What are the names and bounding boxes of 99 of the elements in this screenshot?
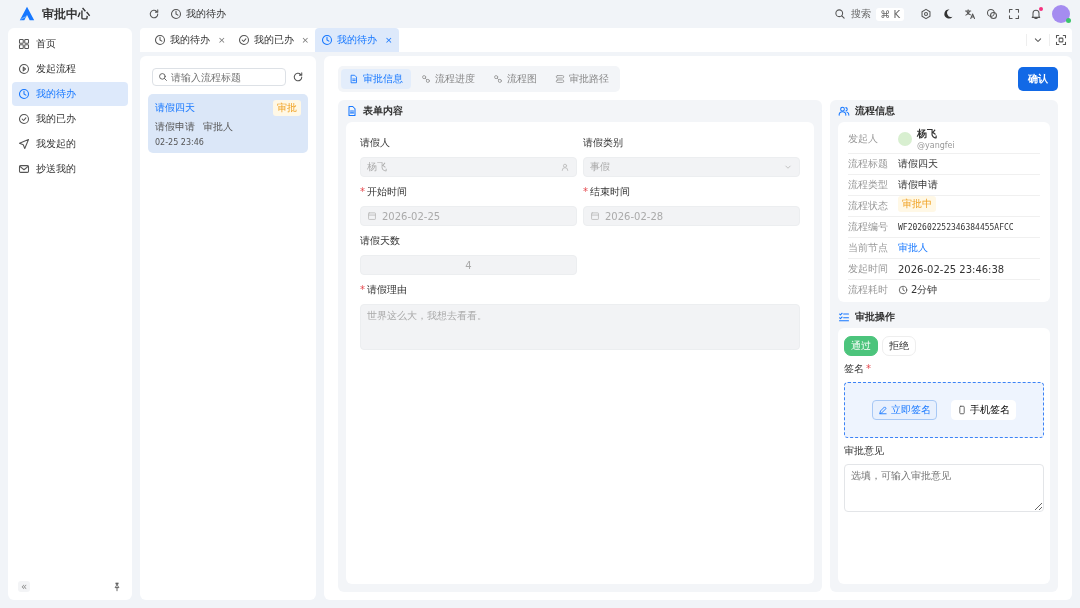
user-avatar <box>898 131 912 146</box>
sign-button[interactable]: 手机签名 <box>951 400 1016 420</box>
app-title: 审批中心 <box>42 5 90 23</box>
signature-area[interactable]: 立即签名 手机签名 <box>844 382 1044 438</box>
field-label: 请假人 <box>360 136 391 150</box>
collapse-button[interactable]: « <box>18 581 31 592</box>
field-label: 审批意见 <box>844 444 885 458</box>
chevron-down-icon <box>783 162 793 172</box>
users-icon <box>838 105 850 117</box>
task-step: 审批人 <box>203 120 233 134</box>
logo-icon <box>18 5 36 23</box>
check-circle-icon <box>18 113 30 125</box>
settings-icon[interactable] <box>920 8 932 20</box>
field-label: * 结束时间 <box>583 185 631 199</box>
field-label: * 请假理由 <box>360 283 408 297</box>
document-icon <box>349 74 359 84</box>
pen-icon <box>878 405 888 415</box>
fullscreen-icon[interactable] <box>1008 8 1020 20</box>
task-card[interactable]: 请假四天 审批 请假申请 审批人 02-25 23:46 <box>148 94 308 153</box>
sidebar-item[interactable]: 我的已办 <box>12 107 128 131</box>
detail-tab[interactable]: 审批路径 <box>547 69 617 89</box>
section-title: 流程信息 <box>855 104 895 118</box>
close-icon[interactable]: × <box>218 35 226 45</box>
page-tab[interactable]: 我的待办 × <box>148 28 232 52</box>
calendar-icon <box>367 211 377 221</box>
decision-button[interactable]: 通过 <box>844 336 878 356</box>
info-label: 流程标题 <box>848 157 889 171</box>
info-value: 2分钟 <box>911 283 938 297</box>
bell-icon[interactable] <box>1030 8 1042 20</box>
nodes-icon <box>493 74 503 84</box>
search-button[interactable]: 搜索 ⌘ K <box>834 7 904 21</box>
sidebar-item[interactable]: 我发起的 <box>12 132 128 156</box>
info-label: 发起时间 <box>848 262 889 276</box>
sidebar-item[interactable]: 首页 <box>12 32 128 56</box>
clock-icon <box>18 88 30 100</box>
clock-icon <box>321 34 334 46</box>
info-value: WF202602252346384455AFCC <box>898 222 1014 232</box>
close-icon[interactable]: × <box>385 35 393 45</box>
task-type: 请假申请 <box>155 120 195 134</box>
detail-tab[interactable]: 流程图 <box>485 69 545 89</box>
route-icon <box>555 74 565 84</box>
opinion-field[interactable]: 选填，可输入审批意见 <box>844 464 1044 512</box>
section-title: 审批操作 <box>855 310 895 324</box>
info-label: 流程类型 <box>848 178 889 192</box>
calendar-icon <box>590 211 600 221</box>
field-label: * 开始时间 <box>360 185 408 199</box>
status-tag: 审批中 <box>898 196 936 212</box>
nodes-icon <box>421 74 431 84</box>
document-icon <box>346 105 358 117</box>
refresh-icon[interactable] <box>148 8 160 20</box>
search-icon <box>834 8 847 20</box>
info-value: 请假申请 <box>898 178 938 192</box>
section-title: 表单内容 <box>363 104 403 118</box>
pin-icon[interactable] <box>112 581 122 592</box>
breadcrumb: 我的待办 <box>186 7 226 21</box>
info-label: 流程耗时 <box>848 283 889 297</box>
clock-icon <box>898 285 908 295</box>
field-label: 签名 * <box>844 362 872 376</box>
decision-button[interactable]: 拒绝 <box>882 336 916 356</box>
detail-tab[interactable]: 流程进度 <box>413 69 483 89</box>
info-label: 流程状态 <box>848 199 889 213</box>
translate-icon[interactable] <box>964 8 976 20</box>
grid-icon <box>18 38 30 50</box>
info-label: 流程编号 <box>848 220 889 234</box>
clock-icon <box>170 8 182 20</box>
play-circle-icon <box>18 63 30 75</box>
info-value: 2026-02-25 23:46:38 <box>898 263 1005 275</box>
refresh-icon[interactable] <box>292 71 304 83</box>
task-title: 请假四天 <box>155 101 195 115</box>
theme-icon[interactable] <box>986 8 998 20</box>
search-field[interactable]: 请输入流程标题 <box>152 68 286 86</box>
send-icon <box>18 138 30 150</box>
search-icon <box>158 72 168 82</box>
user-name: 杨飞 <box>917 127 938 141</box>
sidebar-item[interactable]: 发起流程 <box>12 57 128 81</box>
detail-tab[interactable]: 审批信息 <box>341 69 411 89</box>
user-icon <box>560 162 570 172</box>
sidebar-item[interactable]: 我的待办 <box>12 82 128 106</box>
moon-icon[interactable] <box>942 8 954 20</box>
phone-icon <box>957 405 967 415</box>
check-circle-icon <box>237 34 250 46</box>
status-tag: 审批 <box>273 100 301 116</box>
field-label: 请假类别 <box>583 136 624 150</box>
user-handle: @yangfei <box>917 141 955 150</box>
page-tab[interactable]: 我的待办 × <box>315 28 399 52</box>
sidebar-item[interactable]: 抄送我的 <box>12 157 128 181</box>
info-link[interactable]: 审批人 <box>898 241 928 255</box>
clock-icon <box>154 34 166 46</box>
mail-icon <box>18 163 30 175</box>
close-icon[interactable]: × <box>301 35 310 45</box>
info-label: 发起人 <box>848 131 879 146</box>
task-time: 02-25 23:46 <box>155 138 205 147</box>
sign-button[interactable]: 立即签名 <box>872 400 937 420</box>
page-tab[interactable]: 我的已办 × <box>231 28 316 52</box>
field-label: 请假天数 <box>360 234 401 248</box>
info-value: 请假四天 <box>898 157 938 171</box>
confirm-button[interactable]: 确认 <box>1018 67 1058 91</box>
info-label: 当前节点 <box>848 241 889 255</box>
checklist-icon <box>838 311 850 323</box>
